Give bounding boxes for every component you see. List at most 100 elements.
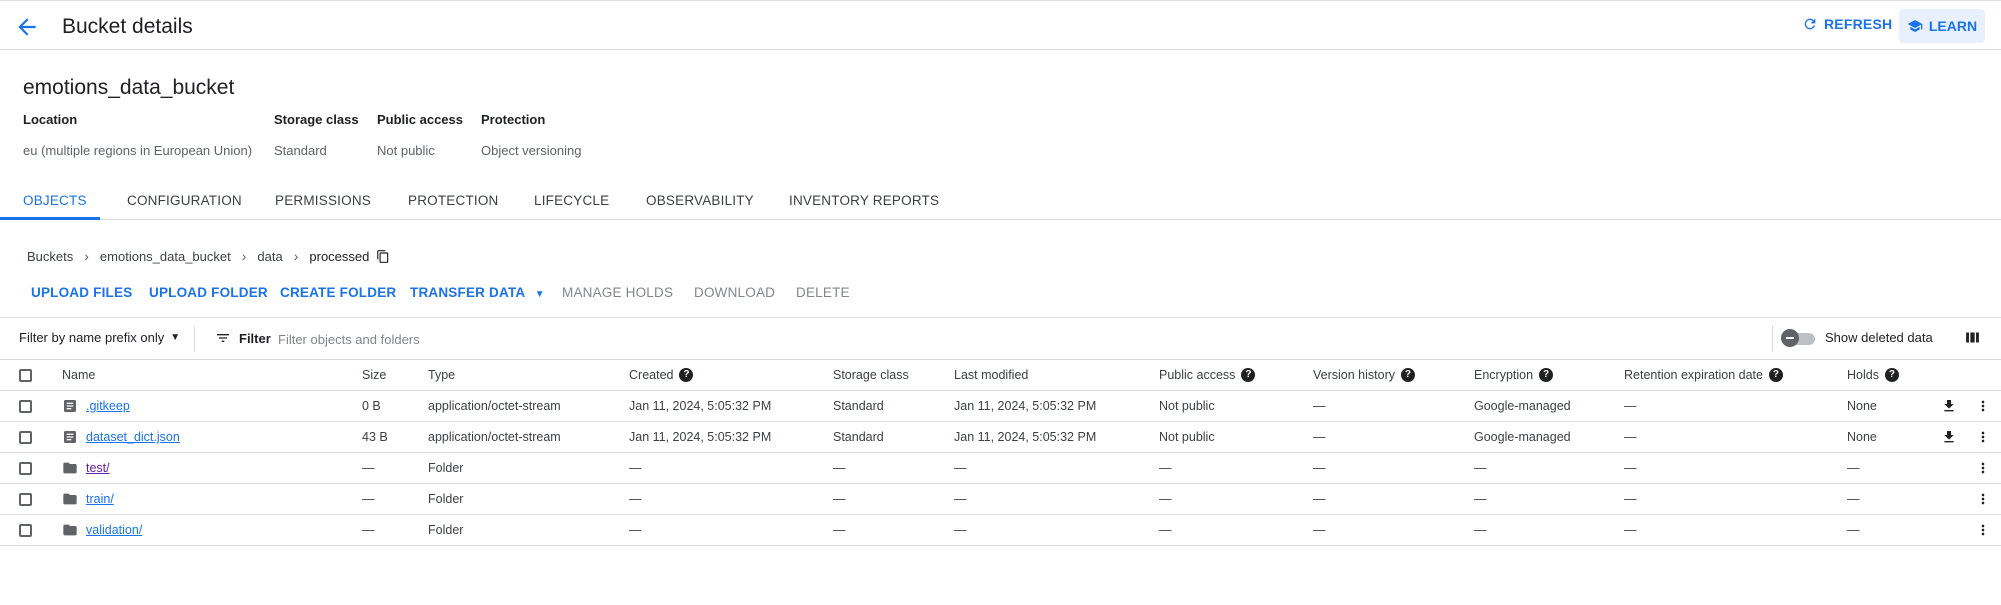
show-deleted-toggle[interactable] xyxy=(1781,329,1815,347)
manage-holds-button[interactable]: MANAGE HOLDS xyxy=(562,285,673,300)
column-header-holds[interactable]: Holds? xyxy=(1847,359,1901,391)
filter-bar: Filter by name prefix only ▼ Filter Show… xyxy=(0,317,2001,359)
column-header-encryption[interactable]: Encryption? xyxy=(1474,359,1624,391)
tab-observability[interactable]: OBSERVABILITY xyxy=(646,193,754,208)
table-row[interactable]: train/ — Folder — — — — — — — — xyxy=(0,483,2001,515)
row-checkbox[interactable] xyxy=(19,523,32,537)
row-actions-cell xyxy=(1901,390,2001,422)
help-icon[interactable]: ? xyxy=(1241,368,1256,383)
object-name-link[interactable]: dataset_dict.json xyxy=(86,430,180,444)
size-cell: 43 B xyxy=(362,421,428,453)
filter-list-icon xyxy=(217,334,229,342)
caret-down-icon: ▼ xyxy=(534,289,545,300)
filter-prefix-dropdown[interactable]: Filter by name prefix only ▼ xyxy=(19,330,180,345)
folder-name-link[interactable]: validation/ xyxy=(86,523,142,537)
column-header-public-access[interactable]: Public access? xyxy=(1159,359,1313,391)
upload-folder-button[interactable]: UPLOAD FOLDER xyxy=(149,285,268,300)
download-button[interactable]: DOWNLOAD xyxy=(694,285,775,300)
holds-header-label: Holds xyxy=(1847,367,1879,382)
version-history-cell: — xyxy=(1313,514,1474,546)
more-vert-icon[interactable] xyxy=(1975,491,1991,507)
row-checkbox[interactable] xyxy=(19,399,32,413)
column-header-type[interactable]: Type xyxy=(428,359,629,391)
more-vert-icon[interactable] xyxy=(1975,522,1991,538)
help-icon[interactable]: ? xyxy=(1400,368,1415,383)
object-name-link[interactable]: .gitkeep xyxy=(86,399,130,413)
tab-objects[interactable]: OBJECTS xyxy=(23,193,87,208)
download-icon[interactable] xyxy=(1941,429,1957,445)
column-header-name[interactable]: Name xyxy=(62,359,362,391)
select-all-checkbox[interactable] xyxy=(19,368,32,382)
refresh-icon xyxy=(1804,18,1816,30)
divider xyxy=(194,326,195,352)
row-checkbox[interactable] xyxy=(19,430,32,444)
help-icon[interactable]: ? xyxy=(1539,368,1554,383)
tab-permissions[interactable]: PERMISSIONS xyxy=(275,193,371,208)
tab-lifecycle[interactable]: LIFECYCLE xyxy=(534,193,609,208)
back-arrow-icon[interactable] xyxy=(14,14,40,40)
location-value: eu (multiple regions in European Union) xyxy=(23,143,253,158)
filter-label: Filter xyxy=(239,330,271,346)
created-cell: Jan 11, 2024, 5:05:32 PM xyxy=(629,390,833,422)
column-header-retention[interactable]: Retention expiration date? xyxy=(1624,359,1847,391)
last-modified-cell: Jan 11, 2024, 5:05:32 PM xyxy=(954,421,1159,453)
retention-header-label: Retention expiration date xyxy=(1624,367,1763,382)
refresh-button[interactable]: REFRESH xyxy=(1802,16,1892,32)
delete-button[interactable]: DELETE xyxy=(796,285,850,300)
bucket-name: emotions_data_bucket xyxy=(23,76,235,99)
download-icon[interactable] xyxy=(1941,398,1957,414)
help-icon[interactable]: ? xyxy=(679,368,694,383)
more-vert-icon[interactable] xyxy=(1975,398,1991,414)
folder-icon xyxy=(63,524,77,536)
divider xyxy=(1772,326,1773,352)
more-vert-icon[interactable] xyxy=(1975,429,1991,445)
filter-button[interactable]: Filter xyxy=(215,330,271,346)
learn-button[interactable]: LEARN xyxy=(1899,9,1985,43)
type-cell: Folder xyxy=(428,514,629,546)
folder-name-link[interactable]: test/ xyxy=(86,461,110,475)
breadcrumb-buckets[interactable]: Buckets xyxy=(27,249,73,264)
table-row[interactable]: validation/ — Folder — — — — — — — — xyxy=(0,514,2001,546)
type-cell: Folder xyxy=(428,452,629,484)
actions-header-cell xyxy=(1901,359,2001,391)
column-display-icon[interactable] xyxy=(1964,329,1981,346)
holds-cell: None xyxy=(1847,390,1901,422)
tab-configuration[interactable]: CONFIGURATION xyxy=(127,193,242,208)
column-header-version-history[interactable]: Version history? xyxy=(1313,359,1474,391)
row-checkbox[interactable] xyxy=(19,492,32,506)
transfer-data-button[interactable]: TRANSFER DATA ▼ xyxy=(410,285,545,300)
copy-icon[interactable] xyxy=(376,249,390,264)
help-icon[interactable]: ? xyxy=(1884,368,1899,383)
size-cell: 0 B xyxy=(362,390,428,422)
column-header-last-modified[interactable]: Last modified xyxy=(954,359,1159,391)
storage-class-cell: — xyxy=(833,452,954,484)
encryption-cell: Google-managed xyxy=(1474,421,1624,453)
column-header-size[interactable]: Size xyxy=(362,359,428,391)
table-row[interactable]: .gitkeep 0 B application/octet-stream Ja… xyxy=(0,390,2001,422)
create-folder-button[interactable]: CREATE FOLDER xyxy=(280,285,396,300)
tab-protection[interactable]: PROTECTION xyxy=(408,193,499,208)
row-checkbox[interactable] xyxy=(19,461,32,475)
filter-prefix-label: Filter by name prefix only xyxy=(19,330,165,345)
version-history-cell: — xyxy=(1313,452,1474,484)
tab-inventory-reports[interactable]: INVENTORY REPORTS xyxy=(789,193,939,208)
storage-class-cell: Standard xyxy=(833,421,954,453)
breadcrumb-data[interactable]: data xyxy=(257,249,282,264)
breadcrumb-bucket[interactable]: emotions_data_bucket xyxy=(100,249,231,264)
learn-label: LEARN xyxy=(1928,18,1978,34)
created-header-label: Created xyxy=(629,367,674,382)
help-icon[interactable]: ? xyxy=(1768,368,1783,383)
folder-icon xyxy=(63,493,77,505)
table-row[interactable]: dataset_dict.json 43 B application/octet… xyxy=(0,421,2001,453)
retention-cell: — xyxy=(1624,514,1847,546)
more-vert-icon[interactable] xyxy=(1975,460,1991,476)
encryption-cell: — xyxy=(1474,514,1624,546)
caret-down-icon: ▼ xyxy=(170,332,181,343)
upload-files-button[interactable]: UPLOAD FILES xyxy=(31,285,132,300)
folder-name-link[interactable]: train/ xyxy=(86,492,114,506)
column-header-created[interactable]: Created? xyxy=(629,359,833,391)
column-header-storage-class[interactable]: Storage class xyxy=(833,359,954,391)
table-row[interactable]: test/ — Folder — — — — — — — — xyxy=(0,452,2001,484)
filter-input[interactable] xyxy=(276,324,1280,354)
public-access-cell: Not public xyxy=(1159,421,1313,453)
